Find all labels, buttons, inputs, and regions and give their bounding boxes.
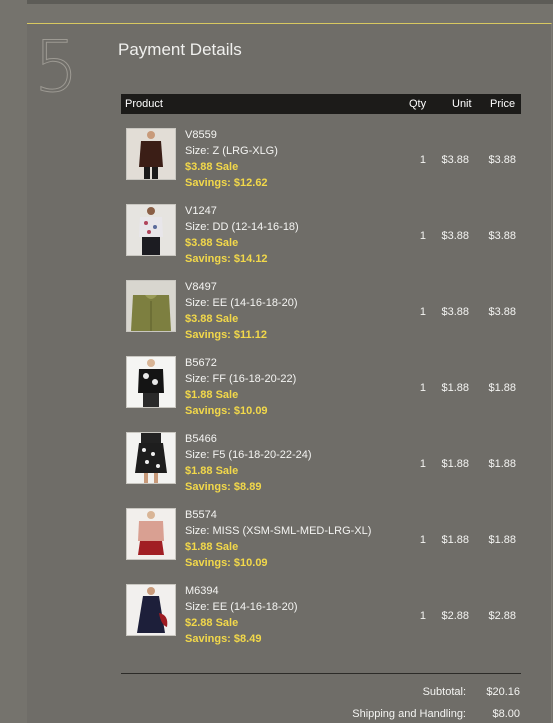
item-info: B5466 Size: F5 (16-18-20-22-24) $1.88 Sa… bbox=[185, 431, 312, 495]
order-item-row: B5672 Size: FF (16-18-20-22) $1.88 Sale … bbox=[121, 356, 521, 432]
item-savings: Savings: $8.89 bbox=[185, 481, 262, 493]
item-savings: Savings: $8.49 bbox=[185, 633, 262, 645]
item-size: Size: Z (LRG-XLG) bbox=[185, 145, 278, 157]
item-price: $3.88 bbox=[488, 154, 516, 166]
subtotal-label: Subtotal: bbox=[422, 686, 466, 698]
item-savings: Savings: $12.62 bbox=[185, 177, 268, 189]
item-qty: 1 bbox=[419, 458, 426, 470]
header-qty: Qty bbox=[409, 98, 427, 110]
item-savings: Savings: $14.12 bbox=[185, 253, 268, 265]
subtotal-value: $20.16 bbox=[486, 686, 520, 698]
item-sku: V8559 bbox=[185, 129, 217, 141]
printed-skirt-product-thumbnail[interactable] bbox=[126, 432, 176, 484]
item-unit-price: $1.88 bbox=[441, 382, 469, 394]
item-qty: 1 bbox=[419, 230, 426, 242]
item-unit-price: $1.88 bbox=[441, 458, 469, 470]
item-info: V1247 Size: DD (12-14-16-18) $3.88 Sale … bbox=[185, 203, 299, 267]
item-size: Size: EE (14-16-18-20) bbox=[185, 297, 298, 309]
order-item-row: V1247 Size: DD (12-14-16-18) $3.88 Sale … bbox=[121, 204, 521, 280]
item-qty: 1 bbox=[419, 306, 426, 318]
pink-jacket-product-thumbnail[interactable] bbox=[126, 508, 176, 560]
header-price: Price bbox=[490, 98, 516, 110]
order-items: V8559 Size: Z (LRG-XLG) $3.88 Sale Savin… bbox=[121, 128, 521, 660]
order-item-row: V8559 Size: Z (LRG-XLG) $3.88 Sale Savin… bbox=[121, 128, 521, 204]
item-unit-price: $3.88 bbox=[441, 154, 469, 166]
item-savings: Savings: $10.09 bbox=[185, 405, 268, 417]
top-bar bbox=[27, 0, 553, 4]
item-info: B5672 Size: FF (16-18-20-22) $1.88 Sale … bbox=[185, 355, 296, 419]
shipping-value: $8.00 bbox=[492, 708, 520, 720]
item-info: V8559 Size: Z (LRG-XLG) $3.88 Sale Savin… bbox=[185, 127, 278, 191]
item-sale-price: $1.88 Sale bbox=[185, 389, 239, 401]
item-info: B5574 Size: MISS (XSM-SML-MED-LRG-XL) $1… bbox=[185, 507, 371, 571]
item-size: Size: FF (16-18-20-22) bbox=[185, 373, 297, 385]
item-price: $1.88 bbox=[488, 458, 516, 470]
item-sale-price: $2.88 Sale bbox=[185, 617, 239, 629]
item-unit-price: $3.88 bbox=[441, 230, 469, 242]
item-sale-price: $3.88 Sale bbox=[185, 237, 239, 249]
item-savings: Savings: $10.09 bbox=[185, 557, 268, 569]
order-item-row: M6394 Size: EE (14-16-18-20) $2.88 Sale … bbox=[121, 584, 521, 660]
jacket-product-thumbnail[interactable] bbox=[126, 128, 176, 180]
item-qty: 1 bbox=[419, 610, 426, 622]
item-sku: B5574 bbox=[185, 509, 217, 521]
item-size: Size: F5 (16-18-20-22-24) bbox=[185, 449, 312, 461]
cardigan-product-thumbnail[interactable] bbox=[126, 280, 176, 332]
dress-product-thumbnail[interactable] bbox=[126, 584, 176, 636]
item-price: $3.88 bbox=[488, 306, 516, 318]
table-header: Product Qty Unit Price bbox=[121, 94, 521, 114]
item-sku: V8497 bbox=[185, 281, 217, 293]
section-title: Payment Details bbox=[118, 40, 242, 59]
item-info: M6394 Size: EE (14-16-18-20) $2.88 Sale … bbox=[185, 583, 298, 647]
item-unit-price: $1.88 bbox=[441, 534, 469, 546]
payment-details-panel: 5 Payment Details Product Qty Unit Price… bbox=[27, 23, 552, 723]
item-qty: 1 bbox=[419, 382, 426, 394]
item-sku: B5466 bbox=[185, 433, 217, 445]
item-sku: V1247 bbox=[185, 205, 217, 217]
item-sale-price: $1.88 Sale bbox=[185, 465, 239, 477]
shipping-label: Shipping and Handling: bbox=[352, 708, 466, 720]
item-sale-price: $1.88 Sale bbox=[185, 541, 239, 553]
floral-blouse-product-thumbnail[interactable] bbox=[126, 356, 176, 408]
order-item-row: B5574 Size: MISS (XSM-SML-MED-LRG-XL) $1… bbox=[121, 508, 521, 584]
printed-top-product-thumbnail[interactable] bbox=[126, 204, 176, 256]
item-size: Size: EE (14-16-18-20) bbox=[185, 601, 298, 613]
item-size: Size: DD (12-14-16-18) bbox=[185, 221, 299, 233]
item-size: Size: MISS (XSM-SML-MED-LRG-XL) bbox=[185, 525, 372, 537]
step-number: 5 bbox=[34, 26, 80, 108]
header-product: Product bbox=[125, 98, 163, 110]
order-item-row: B5466 Size: F5 (16-18-20-22-24) $1.88 Sa… bbox=[121, 432, 521, 508]
item-price: $3.88 bbox=[488, 230, 516, 242]
item-qty: 1 bbox=[419, 534, 426, 546]
order-item-row: V8497 Size: EE (14-16-18-20) $3.88 Sale … bbox=[121, 280, 521, 356]
item-qty: 1 bbox=[419, 154, 426, 166]
item-sale-price: $3.88 Sale bbox=[185, 313, 239, 325]
item-price: $2.88 bbox=[488, 610, 516, 622]
item-unit-price: $3.88 bbox=[441, 306, 469, 318]
item-info: V8497 Size: EE (14-16-18-20) $3.88 Sale … bbox=[185, 279, 298, 343]
item-sale-price: $3.88 Sale bbox=[185, 161, 239, 173]
item-sku: M6394 bbox=[185, 585, 219, 597]
item-sku: B5672 bbox=[185, 357, 217, 369]
item-price: $1.88 bbox=[488, 382, 516, 394]
item-savings: Savings: $11.12 bbox=[185, 329, 267, 341]
summary-divider bbox=[121, 673, 521, 674]
header-unit: Unit bbox=[452, 98, 472, 110]
item-price: $1.88 bbox=[488, 534, 516, 546]
item-unit-price: $2.88 bbox=[441, 610, 469, 622]
